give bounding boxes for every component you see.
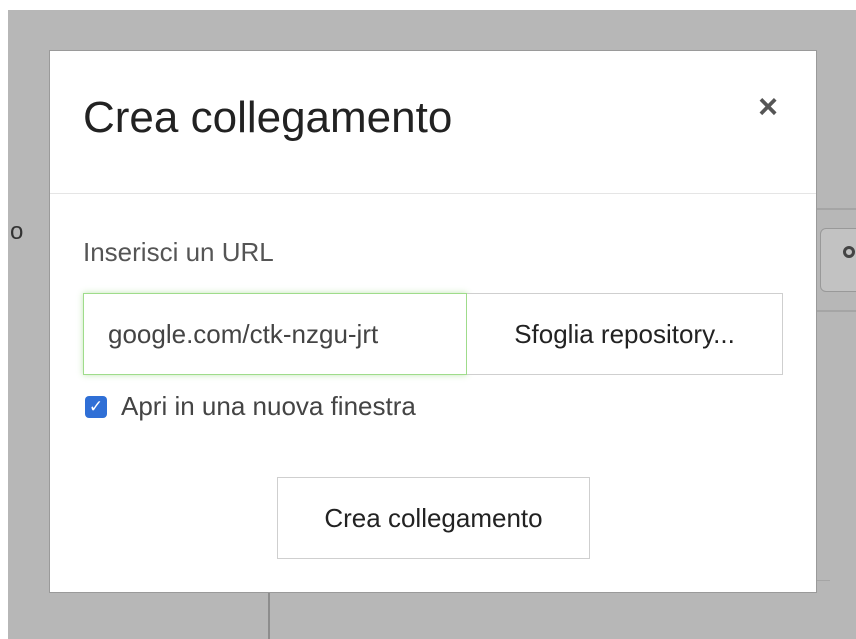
browse-repository-button[interactable]: Sfoglia repository... — [467, 293, 783, 375]
background-left-edge — [0, 0, 8, 639]
create-link-button[interactable]: Crea collegamento — [277, 477, 590, 559]
close-icon[interactable]: × — [750, 89, 786, 125]
new-window-option: ✓ Apri in una nuova finestra — [85, 391, 416, 422]
url-field-label: Inserisci un URL — [83, 237, 274, 267]
dialog-header: Crea collegamento × — [50, 51, 816, 194]
background-text-fragment: o — [10, 218, 24, 245]
search-icon — [843, 246, 855, 258]
new-window-label[interactable]: Apri in una nuova finestra — [121, 391, 416, 422]
dialog-title: Crea collegamento — [83, 93, 453, 142]
background-top-edge — [0, 0, 856, 10]
new-window-checkbox[interactable]: ✓ — [85, 395, 107, 418]
url-input[interactable] — [83, 293, 467, 375]
check-icon: ✓ — [88, 396, 104, 416]
background-vertical-divider — [268, 592, 270, 639]
background-search-button — [820, 228, 856, 292]
create-link-dialog: Crea collegamento × Inserisci un URL Sfo… — [49, 50, 817, 593]
